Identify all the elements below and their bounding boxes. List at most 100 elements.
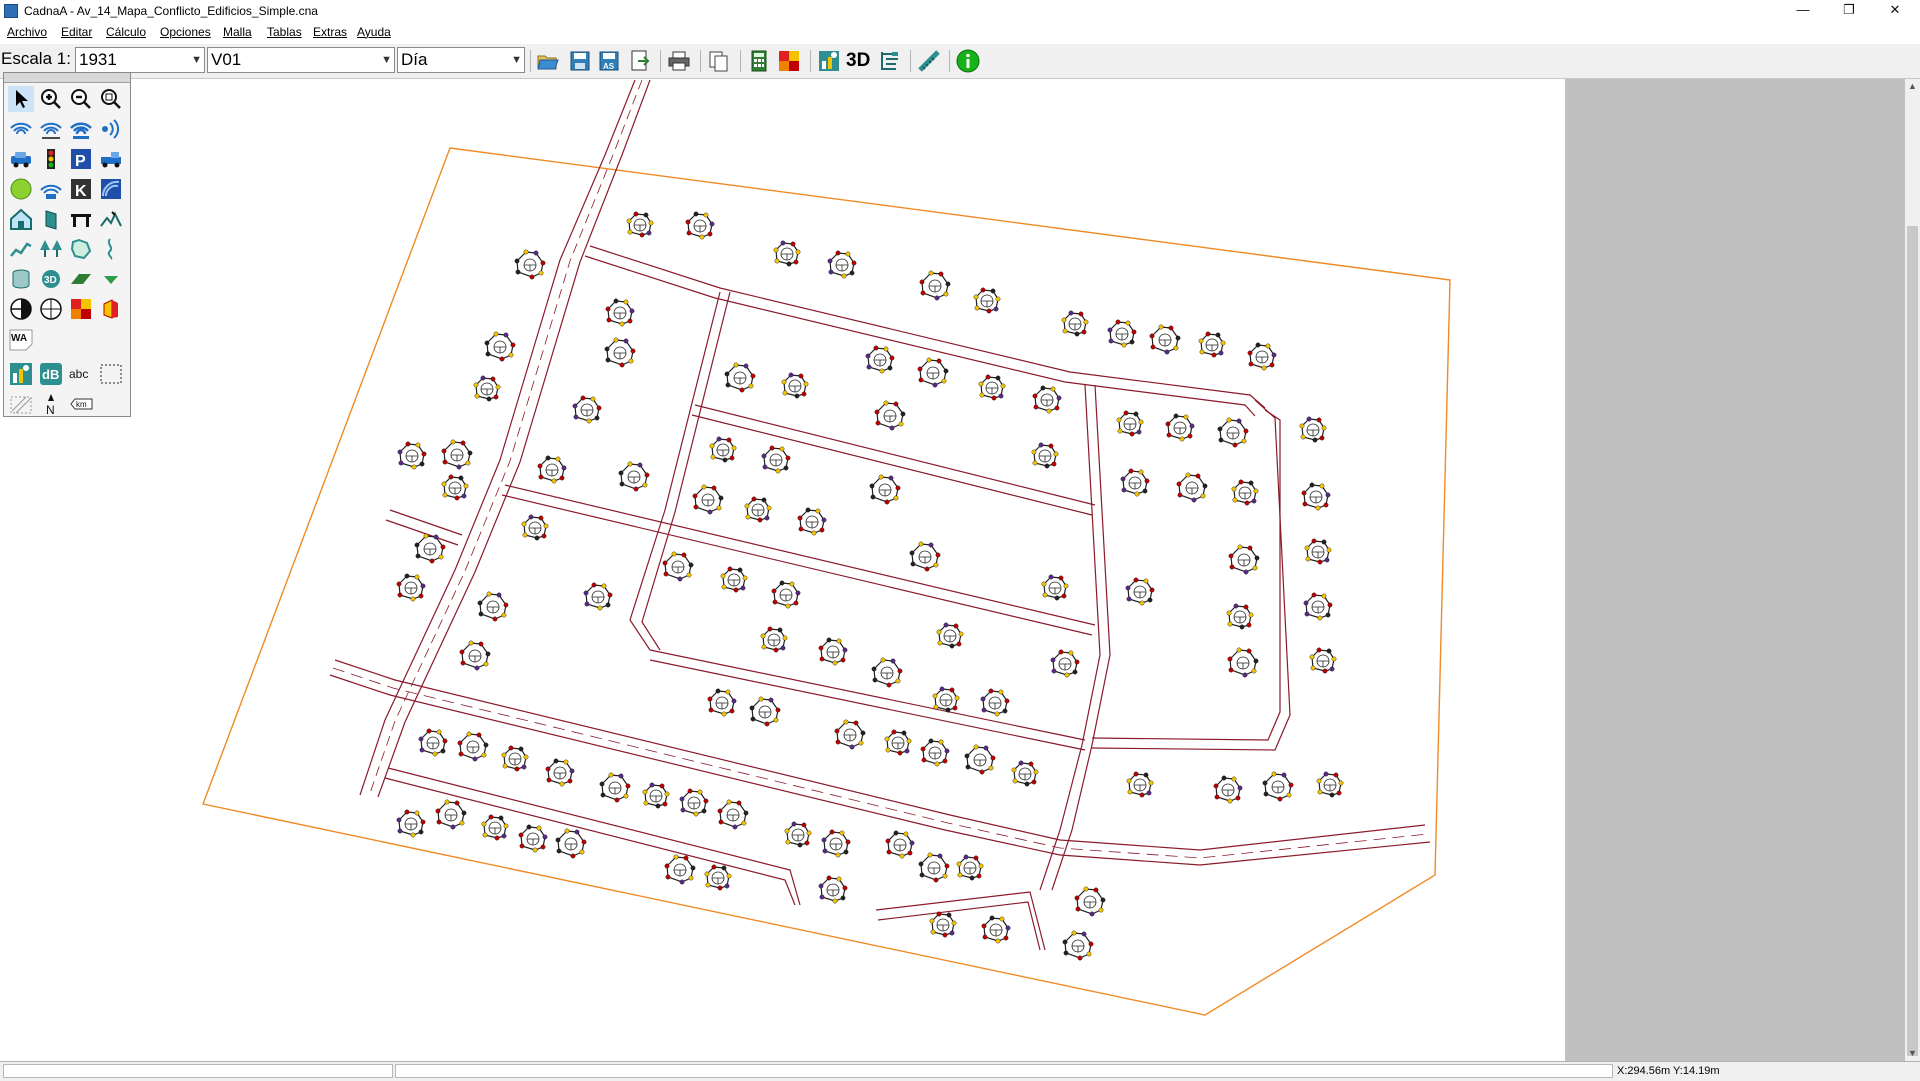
- road-main-left-center[interactable]: [368, 79, 643, 797]
- terrain-icon[interactable]: [98, 206, 124, 232]
- km-marker-icon[interactable]: km: [68, 391, 94, 417]
- hatch-area-icon[interactable]: [8, 391, 34, 417]
- noise-ball-icon[interactable]: [8, 176, 34, 202]
- close-button[interactable]: ✕: [1872, 0, 1918, 22]
- 3d-view-button[interactable]: 3D: [846, 50, 870, 72]
- road-right-vertical-edge[interactable]: [1051, 384, 1111, 891]
- variant-value: V01: [211, 50, 242, 69]
- triangle-down-icon[interactable]: [98, 266, 124, 292]
- facade-point: [751, 496, 757, 502]
- cylinder-icon[interactable]: [8, 266, 34, 292]
- industry-vehicle-icon[interactable]: [98, 146, 124, 172]
- zoom-in-icon[interactable]: [38, 86, 64, 112]
- receiver-point-icon[interactable]: [8, 296, 34, 322]
- scale-combo[interactable]: 1931 ▼: [75, 47, 205, 73]
- building-noise-map-icon[interactable]: [98, 296, 124, 322]
- facade-point: [1218, 350, 1224, 356]
- facade-point: [692, 493, 698, 499]
- copy-icon[interactable]: [707, 49, 731, 73]
- road-right-loop[interactable]: [1091, 399, 1291, 751]
- facade-point: [958, 631, 964, 637]
- aircraft-noise-icon[interactable]: [38, 176, 64, 202]
- menu-archivo[interactable]: Archivo: [7, 25, 47, 39]
- facade-point: [398, 460, 404, 466]
- menu-tablas[interactable]: Tablas: [267, 25, 302, 39]
- menu-malla[interactable]: Malla: [223, 25, 252, 39]
- text-label-icon[interactable]: abc: [68, 361, 94, 387]
- save-icon[interactable]: [568, 49, 592, 73]
- bridge-icon[interactable]: [68, 206, 94, 232]
- object-tree-icon[interactable]: [817, 49, 841, 73]
- road-car-icon[interactable]: [8, 146, 34, 172]
- save-as-icon[interactable]: AS: [597, 49, 621, 73]
- facade-point: [555, 837, 561, 843]
- facade-point-icon[interactable]: [38, 296, 64, 322]
- k-source-icon[interactable]: K: [68, 176, 94, 202]
- contour-line-icon[interactable]: [8, 236, 34, 262]
- grid-calc-icon[interactable]: [68, 296, 94, 322]
- road-bottom-spur[interactable]: [875, 891, 1046, 951]
- menu-calculo[interactable]: Cálculo: [106, 25, 146, 39]
- menu-editar[interactable]: Editar: [61, 25, 92, 39]
- zoom-extent-icon[interactable]: [98, 86, 124, 112]
- facade-point: [523, 754, 529, 760]
- building-icon[interactable]: [8, 206, 34, 232]
- table-icon[interactable]: [878, 49, 902, 73]
- vertical-scrollbar[interactable]: ▲ ▼: [1905, 79, 1920, 1061]
- road-right-loop-edge[interactable]: [1091, 409, 1281, 741]
- object-tree-palette-icon[interactable]: [8, 361, 34, 387]
- facade-point: [791, 821, 797, 827]
- embankment-icon[interactable]: [68, 266, 94, 292]
- road-inner-vertical-edge[interactable]: [641, 291, 731, 651]
- traffic-light-icon[interactable]: [38, 146, 64, 172]
- facade-point: [450, 824, 456, 830]
- north-arrow-icon[interactable]: N: [38, 391, 64, 417]
- select-arrow-icon[interactable]: [8, 86, 34, 112]
- wa-icon[interactable]: WA: [8, 326, 34, 352]
- db-label-icon[interactable]: dB: [38, 361, 64, 387]
- period-combo[interactable]: Día ▼: [397, 47, 525, 73]
- parking-icon[interactable]: P: [68, 146, 94, 172]
- menu-extras[interactable]: Extras: [313, 25, 347, 39]
- scroll-up-icon[interactable]: ▲: [1905, 79, 1920, 94]
- road-lower-left[interactable]: [387, 767, 801, 906]
- forest-icon[interactable]: [38, 236, 64, 262]
- scroll-thumb[interactable]: [1907, 226, 1918, 1056]
- facade-point: [688, 875, 694, 881]
- ground-area-icon[interactable]: [68, 236, 94, 262]
- restore-button[interactable]: ❐: [1826, 0, 1872, 22]
- variant-combo[interactable]: V01 ▼: [207, 47, 395, 73]
- barrier-icon[interactable]: [38, 206, 64, 232]
- road-bottom-spur-edge[interactable]: [877, 901, 1041, 951]
- menu-ayuda[interactable]: Ayuda: [357, 25, 391, 39]
- facade-point: [579, 849, 585, 855]
- facade-point: [982, 934, 988, 940]
- line-source-icon[interactable]: [38, 116, 64, 142]
- open-icon[interactable]: [536, 49, 560, 73]
- road-main-left-edge[interactable]: [377, 79, 651, 798]
- grid-map-icon[interactable]: [777, 49, 801, 73]
- road-main-left[interactable]: [359, 79, 636, 796]
- calculator-icon[interactable]: [747, 49, 771, 73]
- ruler-icon[interactable]: [917, 49, 941, 73]
- facade-point: [627, 318, 633, 324]
- zoom-out-icon[interactable]: [68, 86, 94, 112]
- menu-opciones[interactable]: Opciones: [160, 25, 211, 39]
- road-middle-2-edge[interactable]: [501, 494, 1093, 636]
- export-icon[interactable]: [628, 49, 652, 73]
- point-source-icon[interactable]: [8, 116, 34, 142]
- facade-point: [897, 668, 903, 674]
- facade-point: [508, 352, 514, 358]
- selection-rectangle-icon[interactable]: [98, 361, 124, 387]
- speaker-source-icon[interactable]: [98, 116, 124, 142]
- 3d-reflector-icon[interactable]: 3D: [38, 266, 64, 292]
- road-left-spur[interactable]: [389, 509, 463, 536]
- info-icon[interactable]: [956, 49, 980, 73]
- map-canvas[interactable]: [0, 79, 1565, 1061]
- scroll-down-icon[interactable]: ▼: [1905, 1046, 1920, 1061]
- sound-wave-icon[interactable]: [98, 176, 124, 202]
- minimize-button[interactable]: —: [1780, 0, 1826, 22]
- river-icon[interactable]: [98, 236, 124, 262]
- area-source-icon[interactable]: [68, 116, 94, 142]
- print-icon[interactable]: [667, 49, 691, 73]
